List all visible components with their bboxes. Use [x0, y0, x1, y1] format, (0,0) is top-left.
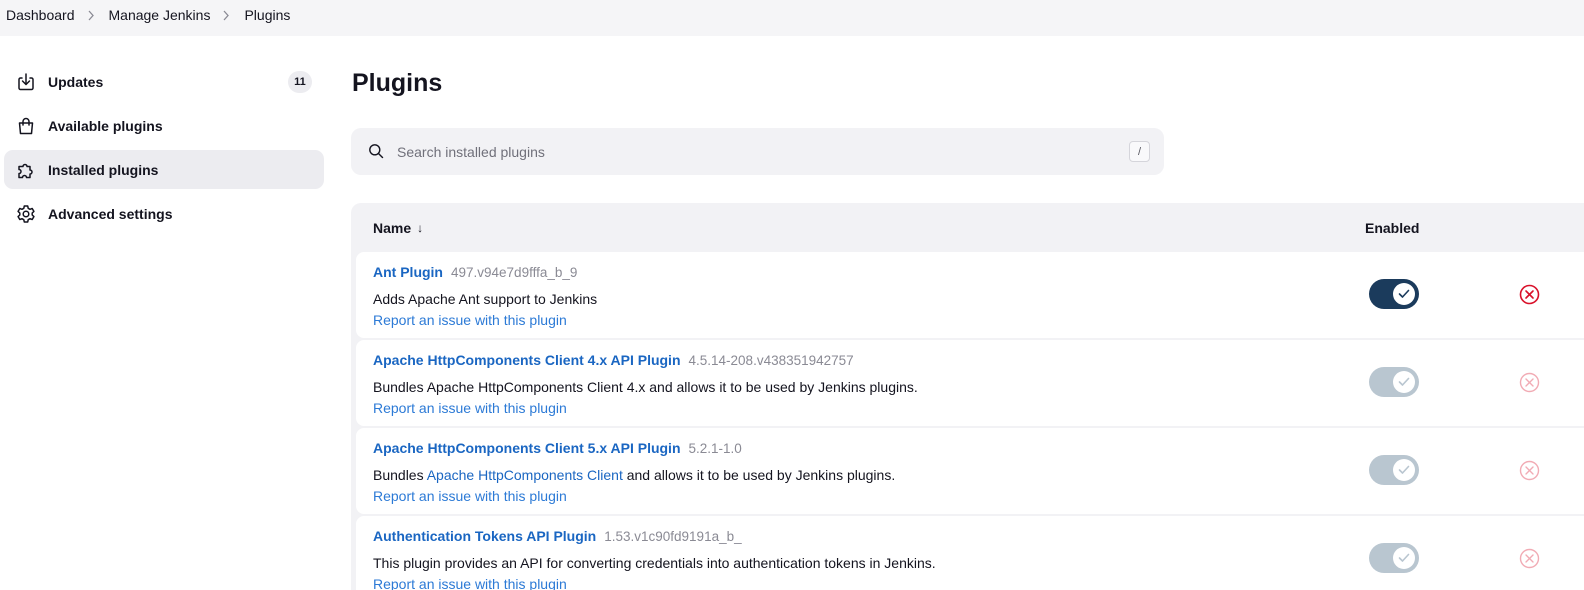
- search-bar: /: [351, 128, 1164, 175]
- plugin-name-link[interactable]: Authentication Tokens API Plugin: [373, 528, 596, 544]
- report-issue-link[interactable]: Report an issue with this plugin: [373, 312, 567, 328]
- enabled-toggle: [1369, 367, 1419, 397]
- sidebar-item-installed-plugins[interactable]: Installed plugins: [4, 150, 324, 189]
- plugin-description: This plugin provides an API for converti…: [373, 555, 936, 571]
- table-row: Apache HttpComponents Client 4.x API Plu…: [356, 340, 1584, 426]
- plugin-version: 4.5.14-208.v438351942757: [688, 353, 854, 368]
- breadcrumb-bar: Dashboard Manage Jenkins Plugins: [0, 0, 1584, 36]
- search-icon: [368, 143, 384, 162]
- enabled-toggle: [1369, 543, 1419, 573]
- table-row: Authentication Tokens API Plugin 1.53.v1…: [356, 516, 1584, 590]
- sidebar-item-advanced-settings[interactable]: Advanced settings: [4, 194, 324, 233]
- sidebar-item-label: Updates: [48, 73, 104, 90]
- uninstall-icon[interactable]: [1519, 284, 1540, 305]
- enabled-toggle: [1369, 455, 1419, 485]
- plugin-name-link[interactable]: Apache HttpComponents Client 4.x API Plu…: [373, 352, 681, 368]
- report-issue-link[interactable]: Report an issue with this plugin: [373, 488, 567, 504]
- sidebar-item-label: Advanced settings: [48, 205, 173, 222]
- plugin-version: 497.v94e7d9fffa_b_9: [451, 265, 578, 280]
- report-issue-link[interactable]: Report an issue with this plugin: [373, 400, 567, 416]
- plugin-description: Adds Apache Ant support to Jenkins: [373, 291, 598, 307]
- breadcrumb-manage-jenkins[interactable]: Manage Jenkins: [109, 7, 211, 23]
- column-header-enabled: Enabled: [1365, 220, 1420, 236]
- sidebar-item-label: Installed plugins: [48, 161, 159, 178]
- plugin-description: Bundles Apache HttpComponents Client and…: [373, 467, 896, 483]
- breadcrumb-dashboard[interactable]: Dashboard: [6, 7, 75, 23]
- plugin-name-link[interactable]: Apache HttpComponents Client 5.x API Plu…: [373, 440, 681, 456]
- table-row: Ant Plugin 497.v94e7d9fffa_b_9 Adds Apac…: [356, 252, 1584, 338]
- table-row: Apache HttpComponents Client 5.x API Plu…: [356, 428, 1584, 514]
- uninstall-icon: [1519, 460, 1540, 481]
- breadcrumb-plugins[interactable]: Plugins: [244, 7, 290, 23]
- sidebar-item-label: Available plugins: [48, 117, 163, 134]
- column-header-name[interactable]: Name ↓: [373, 220, 423, 236]
- page-title: Plugins: [352, 69, 443, 97]
- sidebar: Updates 11 Available plugins Installed p…: [4, 62, 324, 238]
- updates-count-badge: 11: [288, 71, 312, 93]
- search-input[interactable]: [397, 128, 1127, 175]
- chevron-right-icon: [80, 7, 104, 23]
- sidebar-item-updates[interactable]: Updates 11: [4, 62, 324, 101]
- enabled-toggle[interactable]: [1369, 279, 1419, 309]
- check-icon: [1393, 283, 1415, 305]
- uninstall-icon: [1519, 372, 1540, 393]
- plugins-table: Name ↓ Enabled Ant Plugin 497.v94e7d9fff…: [351, 203, 1584, 590]
- gear-icon: [16, 204, 36, 224]
- chevron-right-icon: [215, 7, 239, 23]
- sort-down-icon: ↓: [417, 221, 424, 235]
- check-icon: [1393, 547, 1415, 569]
- breadcrumb: Dashboard Manage Jenkins Plugins: [6, 7, 290, 23]
- plugin-name-link[interactable]: Ant Plugin: [373, 264, 443, 280]
- plugin-version: 5.2.1-1.0: [688, 441, 742, 456]
- puzzle-icon: [16, 160, 36, 180]
- search-shortcut-hint: /: [1129, 141, 1150, 162]
- uninstall-icon: [1519, 548, 1540, 569]
- plugin-description: Bundles Apache HttpComponents Client 4.x…: [373, 379, 918, 395]
- download-icon: [16, 72, 36, 92]
- plugin-version: 1.53.v1c90fd9191a_b_: [604, 529, 742, 544]
- check-icon: [1393, 371, 1415, 393]
- report-issue-link[interactable]: Report an issue with this plugin: [373, 576, 567, 590]
- sidebar-item-available-plugins[interactable]: Available plugins: [4, 106, 324, 145]
- shopping-bag-icon: [16, 116, 36, 136]
- apache-httpcomponents-link[interactable]: Apache HttpComponents Client: [427, 467, 623, 483]
- check-icon: [1393, 459, 1415, 481]
